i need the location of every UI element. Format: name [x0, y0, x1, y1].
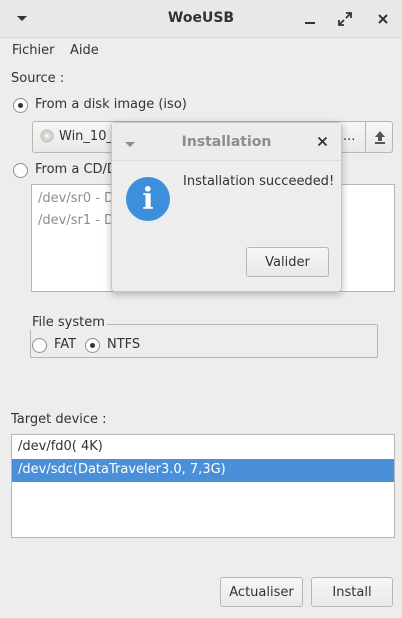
info-icon: i — [126, 177, 170, 221]
dialog-close-icon[interactable] — [317, 136, 328, 151]
disk-image-label: From a disk image (iso) — [35, 97, 187, 112]
ntfs-radio[interactable] — [85, 338, 100, 353]
installation-dialog: Installation i Installation succeeded! V… — [111, 122, 342, 292]
source-label: Source : — [11, 71, 65, 86]
cdrom-label: From a CD/D — [35, 162, 117, 177]
fat-radio[interactable] — [32, 338, 47, 353]
list-item-selected[interactable]: /dev/sdc(DataTraveler3.0, 7,3G) — [12, 459, 394, 482]
menu-fichier[interactable]: Fichier — [12, 43, 55, 58]
dialog-title: Installation — [181, 134, 272, 150]
cdrom-radio[interactable] — [13, 163, 28, 178]
list-item[interactable]: /dev/fd0( 4K) — [12, 436, 394, 459]
dialog-message: Installation succeeded! — [183, 174, 335, 189]
list-item[interactable]: /dev/sr0 - D — [38, 191, 114, 206]
target-device-label: Target device : — [11, 412, 107, 427]
minimize-icon[interactable] — [300, 9, 320, 29]
iso-file-ellipsis: ... — [343, 129, 356, 144]
upload-icon[interactable] — [365, 121, 393, 153]
ntfs-label: NTFS — [107, 337, 141, 352]
maximize-icon[interactable] — [335, 9, 355, 29]
disc-icon — [40, 129, 54, 147]
refresh-button[interactable]: Actualiser — [220, 577, 303, 607]
close-icon[interactable] — [373, 9, 393, 29]
menu-bar — [0, 39, 402, 63]
ok-button[interactable]: Valider — [246, 247, 329, 277]
list-item[interactable]: /dev/sr1 - D — [38, 213, 114, 228]
filesystem-label: File system — [30, 315, 107, 330]
fat-label: FAT — [54, 337, 77, 352]
disk-image-radio[interactable] — [13, 98, 28, 113]
install-button[interactable]: Install — [311, 577, 393, 607]
target-device-list[interactable]: /dev/fd0( 4K) /dev/sdc(DataTraveler3.0, … — [11, 434, 395, 538]
menu-aide[interactable]: Aide — [70, 43, 99, 58]
